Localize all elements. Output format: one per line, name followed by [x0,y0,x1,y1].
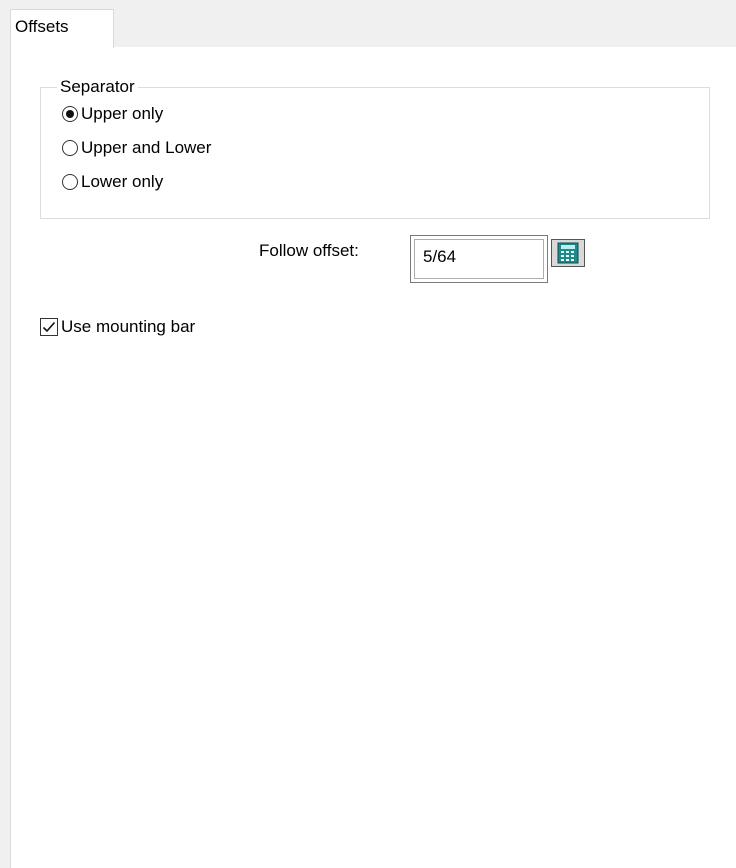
tab-offsets[interactable]: Offsets [10,9,114,48]
radio-lower-only[interactable]: Lower only [62,170,163,194]
follow-offset-input[interactable]: 5/64 [410,235,548,283]
tab-strip: Offsets [10,9,736,48]
radio-upper-only[interactable]: Upper only [62,102,163,126]
radio-upper-only-label: Upper only [81,104,164,123]
radio-lower-only-button[interactable] [62,174,78,190]
tab-panel-offsets: Separator Upper only Upper and Lower Low… [10,47,736,868]
radio-lower-only-label: Lower only [81,172,164,191]
tab-offsets-label: Offsets [15,17,69,36]
radio-upper-and-lower[interactable]: Upper and Lower [62,136,211,160]
radio-upper-and-lower-label: Upper and Lower [81,138,212,157]
follow-offset-value[interactable]: 5/64 [414,239,544,279]
checkmark-icon [42,321,56,333]
follow-offset-label: Follow offset: [259,241,359,260]
separator-group-title: Separator [57,78,138,96]
dialog-root: Offsets Separator Upper only Upper and L… [0,0,736,868]
use-mounting-bar-checkbox-row[interactable]: Use mounting bar [40,315,195,339]
radio-upper-only-button[interactable] [62,106,78,122]
radio-upper-and-lower-button[interactable] [62,140,78,156]
use-mounting-bar-label: Use mounting bar [61,317,196,336]
calculator-icon [557,242,579,264]
separator-groupbox: Separator Upper only Upper and Lower Low… [40,78,710,219]
use-mounting-bar-checkbox[interactable] [40,318,58,336]
calculator-button[interactable] [551,239,585,267]
